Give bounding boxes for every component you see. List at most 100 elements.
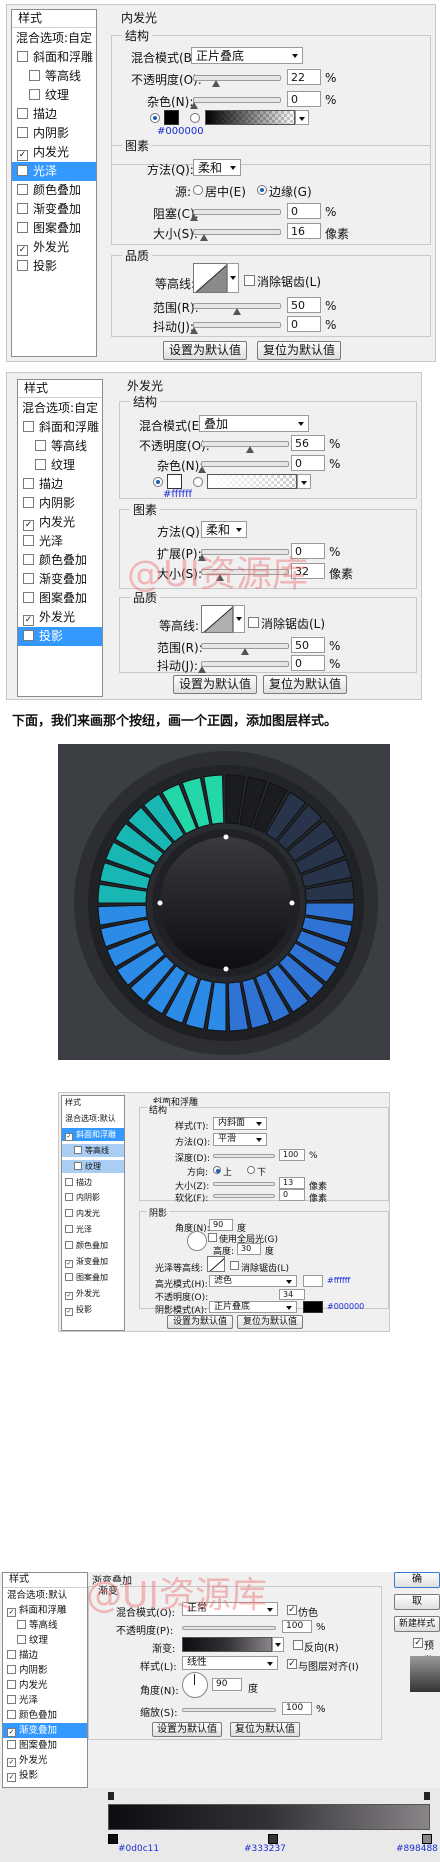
style-item[interactable]: 图案叠加 <box>12 219 96 238</box>
glow-color-swatch[interactable] <box>167 474 182 489</box>
style-item[interactable]: 内阴影 <box>62 1191 124 1204</box>
style-checkbox[interactable] <box>65 1132 73 1141</box>
direction-up-radio[interactable] <box>213 1166 221 1174</box>
style-item[interactable]: 颜色叠加 <box>3 1708 87 1723</box>
style-checkbox[interactable] <box>17 51 28 62</box>
style-item[interactable]: 内发光 <box>12 143 96 162</box>
glow-color-swatch[interactable] <box>164 110 179 125</box>
angle-dial[interactable] <box>187 1231 207 1251</box>
style-item[interactable]: 内阴影 <box>12 124 96 143</box>
color-stop-right[interactable] <box>422 1834 432 1844</box>
style-checkbox[interactable] <box>7 1608 16 1617</box>
slider-thumb[interactable] <box>246 446 254 453</box>
style-select[interactable]: 线性 <box>182 1656 278 1670</box>
style-item[interactable]: 光泽 <box>62 1223 124 1236</box>
opacity-input[interactable]: 100 <box>282 1620 312 1633</box>
style-checkbox[interactable] <box>74 1145 82 1154</box>
style-checkbox[interactable] <box>17 1635 26 1644</box>
style-item[interactable]: 描边 <box>62 1176 124 1189</box>
method-select[interactable]: 柔和 <box>201 521 247 538</box>
new-style-button[interactable]: 新建样式 <box>394 1616 440 1632</box>
scale-input[interactable]: 100 <box>282 1702 312 1715</box>
make-default-button[interactable]: 设置为默认值 <box>163 341 247 360</box>
blend-mode-select[interactable]: 正片叠底 <box>191 47 303 64</box>
color-radio[interactable] <box>153 477 163 487</box>
style-checkbox[interactable] <box>23 592 34 603</box>
style-item[interactable]: 等高线 <box>62 1143 124 1158</box>
glow-gradient-picker[interactable] <box>205 110 295 125</box>
dither-checkbox[interactable] <box>287 1605 297 1615</box>
gradient-preview[interactable] <box>182 1637 272 1652</box>
slider-thumb[interactable] <box>200 234 208 241</box>
style-checkbox[interactable] <box>65 1260 73 1268</box>
style-checkbox[interactable] <box>17 165 28 176</box>
soften-slider[interactable] <box>213 1194 275 1198</box>
scale-slider[interactable] <box>182 1708 276 1712</box>
style-checkbox[interactable] <box>17 150 28 161</box>
contour-picker[interactable] <box>193 263 227 293</box>
depth-input[interactable]: 100 <box>279 1149 305 1161</box>
style-item[interactable]: 混合选项:默认 <box>3 1588 87 1603</box>
style-item[interactable]: 外发光 <box>3 1753 87 1768</box>
jitter-input[interactable]: 0 <box>291 655 325 671</box>
opacity-input[interactable]: 22 <box>287 69 321 85</box>
style-checkbox[interactable] <box>23 630 34 641</box>
reset-default-button[interactable]: 复位为默认值 <box>237 1315 303 1329</box>
edge-radio[interactable] <box>257 185 267 195</box>
style-item[interactable]: 光泽 <box>18 532 102 551</box>
gloss-contour-picker[interactable] <box>207 1256 225 1272</box>
color-stop-left[interactable] <box>108 1834 118 1844</box>
slider-thumb[interactable] <box>233 308 241 315</box>
make-default-button[interactable]: 设置为默认值 <box>167 1315 233 1329</box>
noise-slider[interactable] <box>198 461 289 473</box>
gradient-radio[interactable] <box>190 113 200 123</box>
style-item[interactable]: 纹理 <box>62 1159 124 1173</box>
style-item[interactable]: 内阴影 <box>3 1663 87 1678</box>
slider-thumb[interactable] <box>241 648 249 655</box>
style-checkbox[interactable] <box>7 1650 16 1659</box>
style-checkbox[interactable] <box>65 1209 73 1218</box>
style-checkbox[interactable] <box>74 1161 82 1170</box>
style-item[interactable]: 渐变叠加 <box>3 1723 87 1738</box>
style-item[interactable]: 光泽 <box>3 1693 87 1708</box>
range-slider[interactable] <box>193 303 281 315</box>
angle-input[interactable]: 90 <box>212 1678 242 1691</box>
style-item[interactable]: 颜色叠加 <box>62 1239 124 1252</box>
style-checkbox[interactable] <box>35 459 46 470</box>
shadow-mode-select[interactable]: 正片叠底 <box>209 1301 297 1313</box>
make-default-button[interactable]: 设置为默认值 <box>152 1722 222 1737</box>
slider-thumb[interactable] <box>212 80 220 87</box>
style-checkbox[interactable] <box>23 421 34 432</box>
make-default-button[interactable]: 设置为默认值 <box>173 675 257 694</box>
style-item[interactable]: 投影 <box>12 257 96 276</box>
style-checkbox[interactable] <box>23 478 34 489</box>
style-checkbox[interactable] <box>65 1225 73 1234</box>
style-item[interactable]: 描边 <box>18 475 102 494</box>
style-item[interactable]: 图案叠加 <box>62 1271 124 1284</box>
gradient-dropdown[interactable] <box>297 474 311 489</box>
highlight-mode-select[interactable]: 滤色 <box>209 1275 297 1287</box>
slider-thumb[interactable] <box>190 214 198 221</box>
gradient-dropdown[interactable] <box>272 1637 284 1652</box>
style-checkbox[interactable] <box>35 440 46 451</box>
style-item[interactable]: 纹理 <box>18 456 102 475</box>
style-checkbox[interactable] <box>7 1773 16 1782</box>
noise-slider[interactable] <box>190 97 281 109</box>
style-item[interactable]: 内阴影 <box>18 494 102 513</box>
style-item[interactable]: 内发光 <box>62 1207 124 1220</box>
gradient-ramp[interactable] <box>108 1804 430 1830</box>
style-item[interactable]: 内发光 <box>3 1678 87 1693</box>
style-checkbox[interactable] <box>17 222 28 233</box>
range-input[interactable]: 50 <box>287 297 321 313</box>
jitter-slider[interactable] <box>198 661 289 673</box>
style-item[interactable]: 等高线 <box>3 1618 87 1633</box>
style-checkbox[interactable] <box>29 70 40 81</box>
style-item[interactable]: 纹理 <box>3 1633 87 1648</box>
slider-thumb[interactable] <box>190 327 198 334</box>
reset-default-button[interactable]: 复位为默认值 <box>230 1722 300 1737</box>
knob-center[interactable] <box>160 837 292 969</box>
style-checkbox[interactable] <box>7 1695 16 1704</box>
style-item[interactable]: 斜面和浮雕 <box>62 1127 124 1142</box>
ok-button[interactable]: 确 <box>394 1572 440 1588</box>
color-stop-mid[interactable] <box>268 1834 278 1844</box>
